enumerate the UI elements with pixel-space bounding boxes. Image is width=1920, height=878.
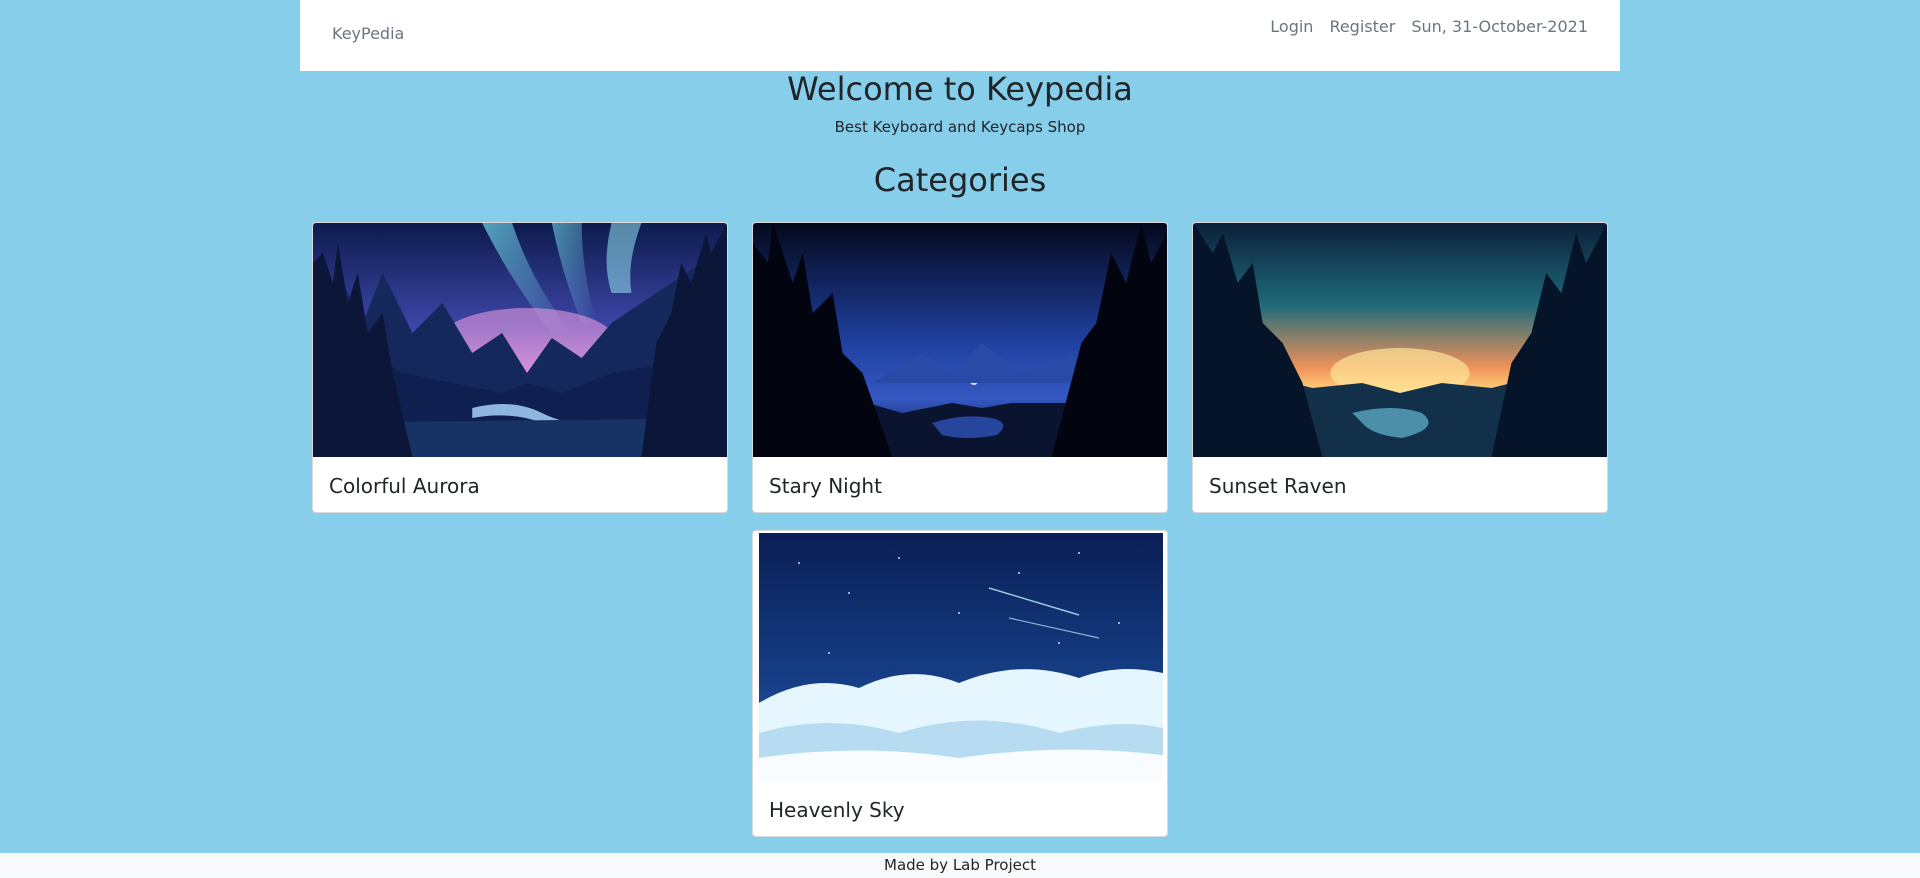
category-card-stary-night[interactable]: Stary Night [752,222,1168,513]
category-title[interactable]: Sunset Raven [1209,474,1347,498]
current-date: Sun, 31-October-2021 [1411,17,1588,36]
heavenly-sky-image [759,533,1163,781]
login-link[interactable]: Login [1270,17,1313,36]
brand-link[interactable]: KeyPedia [332,24,404,43]
register-link[interactable]: Register [1329,17,1395,36]
page-subtitle: Best Keyboard and Keycaps Shop [834,118,1086,136]
category-card-colorful-aurora[interactable]: Colorful Aurora [312,222,728,513]
category-title[interactable]: Colorful Aurora [329,474,480,498]
categories-heading: Categories [873,161,1047,199]
category-title[interactable]: Stary Night [769,474,882,498]
page-footer: Made by Lab Project [0,853,1920,878]
footer-text: Made by Lab Project [884,856,1036,874]
stary-night-image [753,223,1167,457]
category-title[interactable]: Heavenly Sky [769,798,905,822]
category-card-sunset-raven[interactable]: Sunset Raven [1192,222,1608,513]
category-card-heavenly-sky[interactable]: Heavenly Sky [752,530,1168,837]
page-title: Welcome to Keypedia [787,70,1133,108]
sunset-raven-image [1193,223,1607,457]
nav-right-group: Login Register Sun, 31-October-2021 [1270,17,1588,36]
top-navbar: KeyPedia Login Register Sun, 31-October-… [300,0,1620,71]
colorful-aurora-image [313,223,727,457]
